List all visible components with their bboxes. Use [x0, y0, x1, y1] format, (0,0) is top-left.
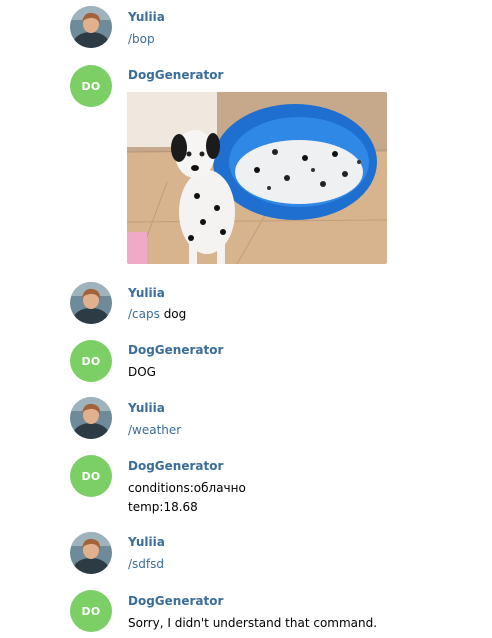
- command-link[interactable]: /weather: [128, 423, 181, 437]
- command-argument: dog: [159, 307, 187, 321]
- message-text: conditions:облачно: [128, 481, 246, 495]
- message-text: Sorry, I didn't understand that command.: [128, 616, 378, 630]
- sender-name[interactable]: DogGenerator: [128, 343, 223, 357]
- dalmatian-photo[interactable]: [127, 92, 387, 264]
- user-avatar[interactable]: [70, 532, 112, 574]
- command-link[interactable]: /caps: [128, 307, 160, 321]
- user-avatar[interactable]: [70, 282, 112, 324]
- sender-name[interactable]: Yuliia: [128, 535, 165, 549]
- sender-name[interactable]: Yuliia: [128, 286, 165, 300]
- sender-name[interactable]: DogGenerator: [128, 594, 223, 608]
- command-link[interactable]: /sdfsd: [128, 557, 164, 571]
- bot-avatar[interactable]: DO: [70, 455, 112, 497]
- message-text: DOG: [128, 365, 156, 379]
- sender-name[interactable]: Yuliia: [128, 10, 165, 24]
- message-text: temp:18.68: [128, 500, 198, 514]
- sender-name[interactable]: DogGenerator: [128, 459, 223, 473]
- bot-avatar[interactable]: DO: [70, 65, 112, 107]
- bot-avatar[interactable]: DO: [70, 340, 112, 382]
- user-avatar[interactable]: [70, 397, 112, 439]
- command-link[interactable]: /bop: [128, 32, 155, 46]
- user-avatar[interactable]: [70, 6, 112, 48]
- chat-history: Yuliia /bop DO DogGenerator Yuliia /caps…: [0, 0, 492, 638]
- sender-name[interactable]: DogGenerator: [128, 68, 223, 82]
- bot-avatar[interactable]: DO: [70, 590, 112, 632]
- message-text: /caps dog: [128, 307, 186, 321]
- sender-name[interactable]: Yuliia: [128, 401, 165, 415]
